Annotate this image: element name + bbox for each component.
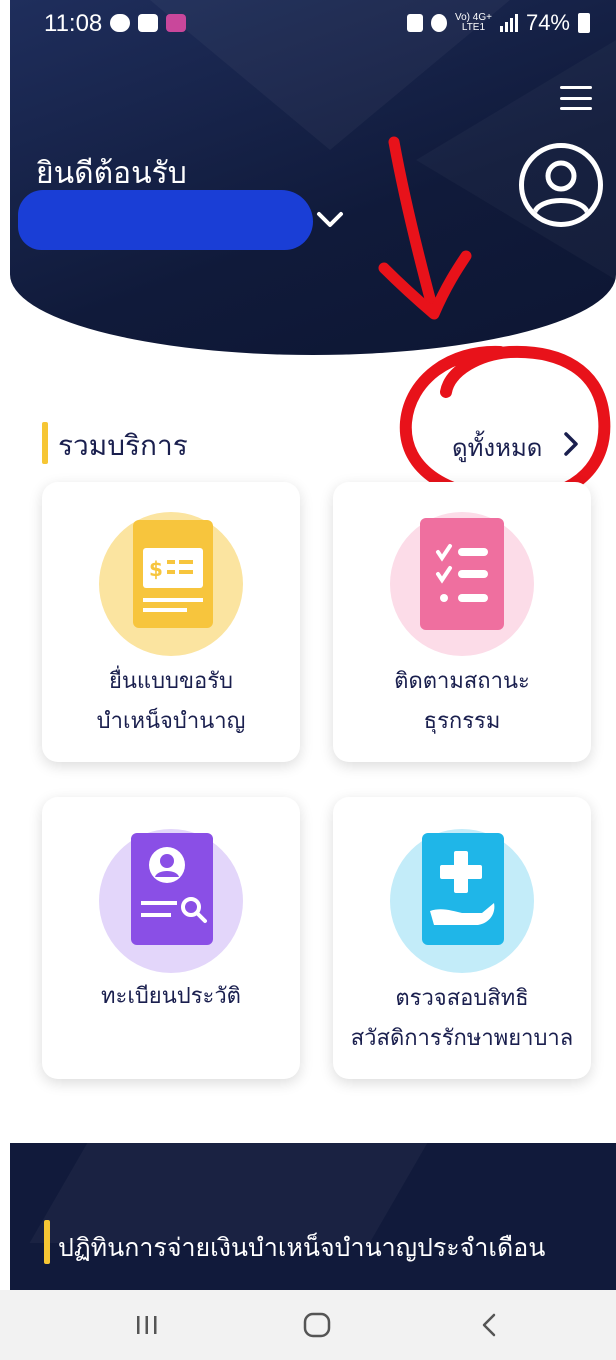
annotation-arrow-icon <box>378 136 472 320</box>
calendar-title: ปฏิทินการจ่ายเงินบำเหน็จบำนาญประจำเดือน <box>58 1233 546 1262</box>
document-money-icon: $ <box>99 512 243 656</box>
menu-icon-line <box>560 107 592 110</box>
svg-text:$: $ <box>149 557 163 581</box>
recent-apps-icon[interactable] <box>134 1310 160 1340</box>
card-label-line1: ตรวจสอบสิทธิ <box>395 986 529 1011</box>
battery-icon <box>578 13 590 33</box>
lock-icon <box>406 14 423 32</box>
section-accent-bar <box>44 1220 50 1264</box>
status-bar: 11:08 Vo) 4G+ LTE1 74% <box>0 0 616 48</box>
social-app-icon <box>166 14 186 32</box>
notification-icons <box>110 14 186 32</box>
battery-percent: 74% <box>525 10 570 35</box>
service-card-pension-application[interactable]: $ ยื่นแบบขอรับ บำเหน็จบำนาญ <box>42 482 300 762</box>
user-name-redacted <box>18 190 313 250</box>
chevron-right-icon[interactable] <box>562 430 580 458</box>
home-icon[interactable] <box>302 1310 332 1340</box>
medical-hand-icon <box>390 829 534 973</box>
service-card-track-status[interactable]: ติดตามสถานะ ธุรกรรม <box>333 482 591 762</box>
chevron-down-icon[interactable] <box>316 210 344 230</box>
status-time: 11:08 <box>44 10 103 37</box>
card-label-line1: ทะเบียนประวัติ <box>101 984 241 1009</box>
back-icon[interactable] <box>478 1310 500 1340</box>
card-label-line2: สวัสดิการรักษาพยาบาล <box>350 1026 574 1051</box>
menu-icon-line <box>560 96 592 100</box>
card-label-line2: ธุรกรรม <box>423 709 501 734</box>
section-accent-bar <box>42 422 48 464</box>
network-type-bottom: LTE1 <box>461 22 486 33</box>
calendar-section <box>10 1143 616 1293</box>
card-label-line1: ติดตามสถานะ <box>394 669 530 694</box>
alarm-icon <box>430 14 447 32</box>
checklist-icon <box>390 512 534 656</box>
menu-icon-line <box>560 86 592 89</box>
card-label-line1: ยื่นแบบขอรับ <box>108 669 234 694</box>
menu-button[interactable] <box>560 86 592 110</box>
signal-icon <box>499 14 518 32</box>
android-nav-bar <box>0 1290 616 1360</box>
profile-search-icon <box>99 829 243 973</box>
services-title: รวมบริการ <box>58 429 188 462</box>
profile-button[interactable] <box>519 143 603 227</box>
network-type: Vo) 4G+ LTE1 <box>455 13 492 33</box>
app-notification-icon <box>138 14 158 32</box>
status-right: Vo) 4G+ LTE1 74% <box>406 10 590 36</box>
see-all-link[interactable]: ดูทั้งหมด <box>452 428 542 467</box>
card-label-line2: บำเหน็จบำนาญ <box>96 709 246 734</box>
line-chat-icon <box>110 14 130 32</box>
service-card-profile-registry[interactable]: ทะเบียนประวัติ <box>42 797 300 1079</box>
user-avatar-icon <box>531 160 591 216</box>
service-card-medical-welfare[interactable]: ตรวจสอบสิทธิ สวัสดิการรักษาพยาบาล <box>333 797 591 1079</box>
